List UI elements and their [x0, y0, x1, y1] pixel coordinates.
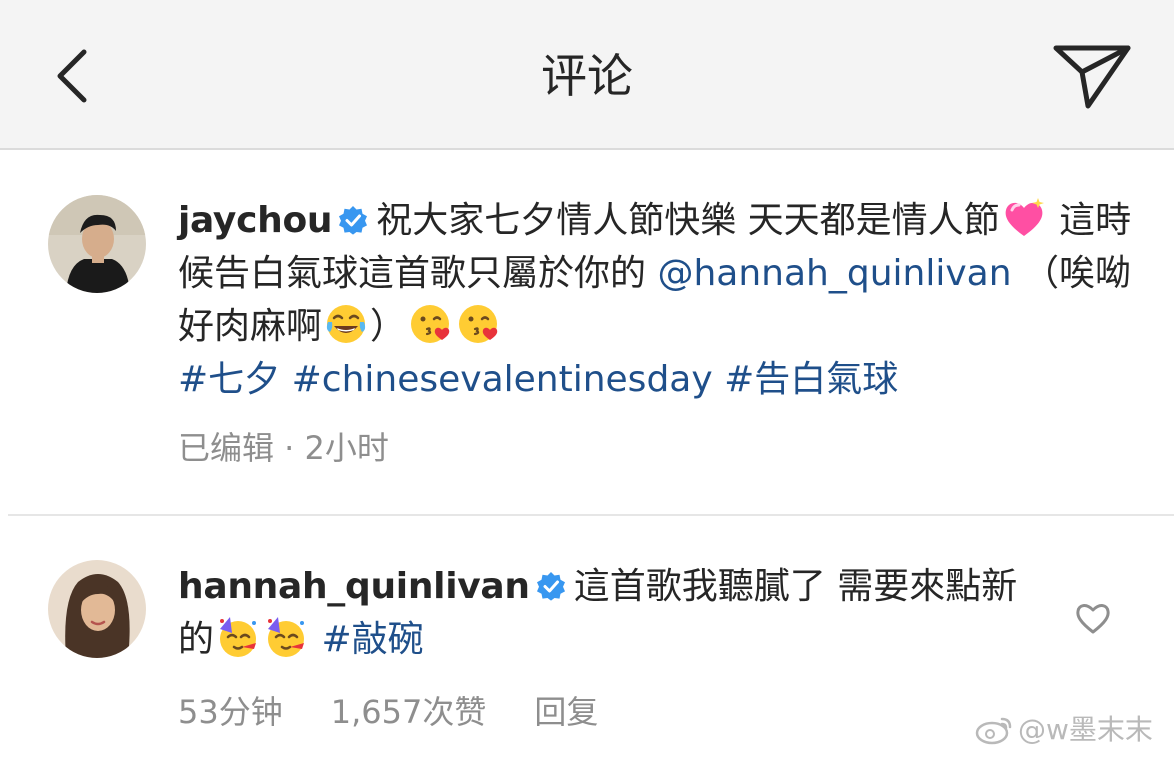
partying-face-emoji	[220, 617, 257, 657]
comment-body: jaychou 祝大家七夕情人節快樂 天天都是情人節 這時候告白氣球這首歌只屬於…	[178, 194, 1138, 406]
hashtag-link[interactable]: #七夕	[178, 359, 280, 400]
weibo-logo-icon	[975, 717, 1012, 745]
page-title: 评论	[541, 49, 633, 103]
verified-badge-icon	[339, 206, 368, 235]
top-bar: 评论	[0, 0, 1174, 150]
heart-outline-icon	[1076, 604, 1110, 634]
like-button[interactable]	[1074, 600, 1112, 636]
paper-plane-icon	[1053, 45, 1131, 109]
comment-username[interactable]: jaychou	[178, 200, 333, 241]
watermark: @w墨末末	[974, 712, 1153, 748]
avatar[interactable]	[48, 195, 146, 293]
kissing-heart-emoji	[411, 305, 450, 343]
watermark-text: @w墨末末	[1018, 713, 1153, 746]
kissing-heart-emoji	[459, 305, 498, 343]
hashtag-link[interactable]: #告白氣球	[724, 359, 898, 400]
comment-text: ）	[370, 306, 407, 347]
sparkling-heart-emoji	[1005, 198, 1044, 236]
hashtag-link[interactable]: #敲碗	[321, 619, 423, 660]
mention-link[interactable]: @hannah_quinlivan	[657, 253, 1011, 294]
hannah-avatar-image	[48, 560, 146, 658]
comment-username[interactable]: hannah_quinlivan	[178, 566, 530, 607]
comment-meta: 53分钟 1,657次赞 回复	[178, 692, 646, 732]
verified-badge-icon	[536, 572, 565, 601]
comment-time: 53分钟	[178, 693, 283, 731]
avatar[interactable]	[48, 560, 146, 658]
jaychou-avatar-image	[48, 195, 146, 293]
comment-body: hannah_quinlivan 這首歌我聽膩了 需要來點新的 #敲碗	[178, 560, 1028, 666]
comment-divider	[8, 514, 1174, 516]
share-button[interactable]	[1052, 40, 1134, 112]
comment-text: 祝大家七夕情人節快樂 天天都是情人節	[376, 200, 1000, 241]
like-count[interactable]: 1,657次赞	[331, 693, 487, 731]
hashtag-link[interactable]: #chinesevalentinesday	[292, 359, 713, 400]
tears-of-joy-emoji	[326, 305, 366, 343]
comment-meta: 已编辑 · 2小时	[178, 429, 389, 467]
partying-face-emoji	[268, 617, 305, 657]
reply-button[interactable]: 回复	[534, 693, 598, 731]
